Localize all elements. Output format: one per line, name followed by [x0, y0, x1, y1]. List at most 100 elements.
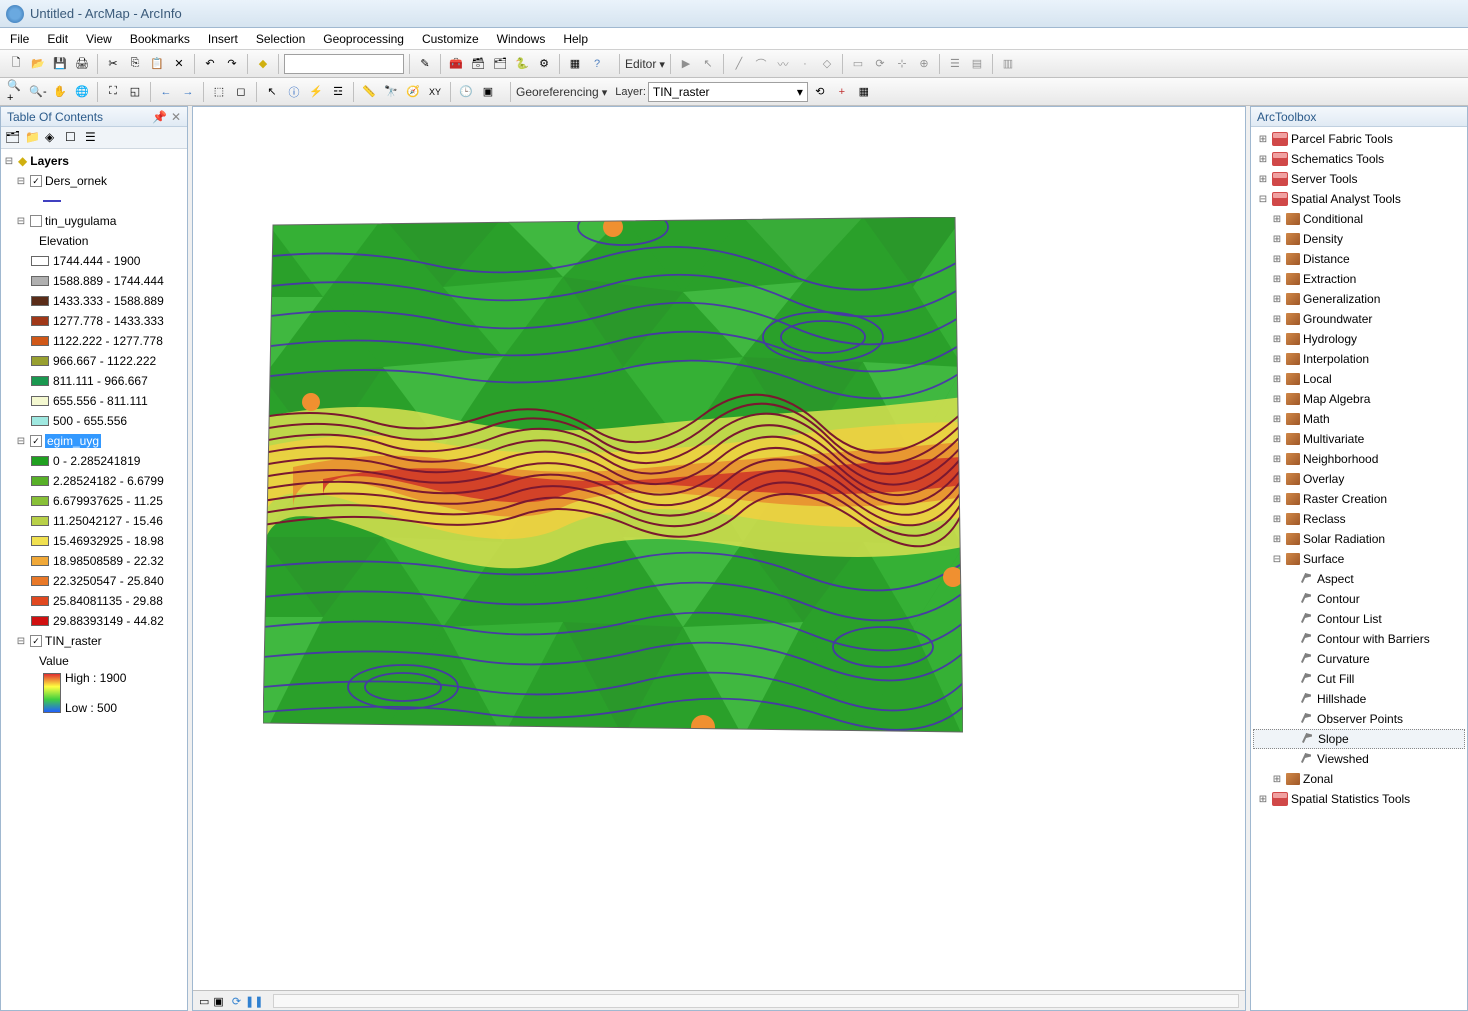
find-icon[interactable]: 🔭	[381, 82, 401, 102]
edit-rotate-icon[interactable]: ⟳	[870, 54, 890, 74]
forward-icon[interactable]: →	[178, 82, 198, 102]
add-data-icon[interactable]: ◆	[253, 54, 273, 74]
menu-edit[interactable]: Edit	[47, 32, 68, 46]
layer-tin[interactable]: ⊟tin_uygulama	[3, 211, 185, 231]
zoom-in-icon[interactable]: 🔍+	[6, 82, 26, 102]
toolset-surface[interactable]: ⊟Surface	[1253, 549, 1465, 569]
toolset-item[interactable]: ⊞Raster Creation	[1253, 489, 1465, 509]
pin-icon[interactable]: 📌	[152, 110, 167, 124]
menu-view[interactable]: View	[86, 32, 112, 46]
tool-item[interactable]: Aspect	[1253, 569, 1465, 589]
toolset-zonal[interactable]: ⊞Zonal	[1253, 769, 1465, 789]
data-view-icon[interactable]: ▭	[199, 994, 209, 1008]
menu-insert[interactable]: Insert	[208, 32, 238, 46]
toolset-item[interactable]: ⊞Generalization	[1253, 289, 1465, 309]
list-by-selection-icon[interactable]: ☐	[65, 130, 81, 146]
toolset-item[interactable]: ⊞Solar Radiation	[1253, 529, 1465, 549]
toolset-item[interactable]: ⊞Groundwater	[1253, 309, 1465, 329]
edit-arc-icon[interactable]: ⌒	[751, 54, 771, 74]
catalog-icon[interactable]: 🗃	[468, 54, 488, 74]
edit-trace-icon[interactable]: 〰	[773, 54, 793, 74]
tool-item[interactable]: Contour	[1253, 589, 1465, 609]
back-icon[interactable]: ←	[156, 82, 176, 102]
html-popup-icon[interactable]: ☲	[328, 82, 348, 102]
map-scrollbar[interactable]	[273, 994, 1239, 1008]
toolset-item[interactable]: ⊞Extraction	[1253, 269, 1465, 289]
paste-icon[interactable]: 📋	[147, 54, 167, 74]
georef-rotate-icon[interactable]: ⟲	[810, 82, 830, 102]
close-icon[interactable]: ✕	[171, 110, 181, 124]
options-icon[interactable]: ☰	[85, 130, 101, 146]
edit-merge-icon[interactable]: ⊕	[914, 54, 934, 74]
pause-icon[interactable]: ❚❚	[245, 994, 263, 1008]
menu-bookmarks[interactable]: Bookmarks	[130, 32, 190, 46]
toolset-item[interactable]: ⊞Local	[1253, 369, 1465, 389]
redo-icon[interactable]: ↷	[222, 54, 242, 74]
toolset-item[interactable]: ⊞Math	[1253, 409, 1465, 429]
toolset-item[interactable]: ⊞Multivariate	[1253, 429, 1465, 449]
tool-item[interactable]: Observer Points	[1253, 709, 1465, 729]
layer-combo[interactable]: TIN_raster▾	[648, 82, 808, 102]
list-by-visibility-icon[interactable]: ◈	[45, 130, 61, 146]
tool-item[interactable]: Contour with Barriers	[1253, 629, 1465, 649]
arctoolbox-body[interactable]: ⊞Parcel Fabric Tools⊞Schematics Tools⊞Se…	[1251, 127, 1467, 1010]
sketch-props-icon[interactable]: ▤	[967, 54, 987, 74]
menu-help[interactable]: Help	[563, 32, 588, 46]
tool-item[interactable]: Cut Fill	[1253, 669, 1465, 689]
delete-icon[interactable]: ✕	[169, 54, 189, 74]
toolset-item[interactable]: ⊞Conditional	[1253, 209, 1465, 229]
create-viewer-icon[interactable]: ▣	[478, 82, 498, 102]
toolbox-icon[interactable]: 🧰	[446, 54, 466, 74]
menu-windows[interactable]: Windows	[497, 32, 546, 46]
georef-label[interactable]: Georeferencing ▾	[516, 85, 607, 99]
layout-view-icon[interactable]: ▣	[213, 994, 223, 1008]
measure-icon[interactable]: 📏	[359, 82, 379, 102]
list-by-drawing-icon[interactable]: 🗂	[5, 130, 21, 146]
refresh-icon[interactable]: ⟳	[232, 994, 241, 1008]
tool-item[interactable]: Slope	[1253, 729, 1465, 749]
toolbox-item[interactable]: ⊞Server Tools	[1253, 169, 1465, 189]
toolset-item[interactable]: ⊞Density	[1253, 229, 1465, 249]
list-by-source-icon[interactable]: 📁	[25, 130, 41, 146]
toolbox-spatial-analyst[interactable]: ⊟Spatial Analyst Tools	[1253, 189, 1465, 209]
save-icon[interactable]: 💾	[50, 54, 70, 74]
modelbuilder-icon[interactable]: ⚙	[534, 54, 554, 74]
map-view[interactable]: ▭ ▣ ⟳ ❚❚	[192, 106, 1246, 1011]
python-icon[interactable]: 🐍	[512, 54, 532, 74]
toolbox-item[interactable]: ⊞Schematics Tools	[1253, 149, 1465, 169]
edit-arrow-icon[interactable]: ↖	[698, 54, 718, 74]
editor-toolbar-icon[interactable]: ✎	[415, 54, 435, 74]
toolset-item[interactable]: ⊞Distance	[1253, 249, 1465, 269]
toolset-item[interactable]: ⊞Reclass	[1253, 509, 1465, 529]
table-icon[interactable]: ▦	[565, 54, 585, 74]
help-icon[interactable]: ?	[587, 54, 607, 74]
search-window-icon[interactable]: 🗂	[490, 54, 510, 74]
scale-combo[interactable]	[284, 54, 404, 74]
edit-line-icon[interactable]: ╱	[729, 54, 749, 74]
toolset-item[interactable]: ⊞Overlay	[1253, 469, 1465, 489]
toolset-item[interactable]: ⊞Hydrology	[1253, 329, 1465, 349]
layer-ders[interactable]: ⊟✓Ders_ornek	[3, 171, 185, 191]
edit-split-icon[interactable]: ⊹	[892, 54, 912, 74]
zoom-out-icon[interactable]: 🔍-	[28, 82, 48, 102]
undo-icon[interactable]: ↶	[200, 54, 220, 74]
full-extent-icon[interactable]: 🌐	[72, 82, 92, 102]
menu-selection[interactable]: Selection	[256, 32, 305, 46]
pan-icon[interactable]: ✋	[50, 82, 70, 102]
edit-point-icon[interactable]: ·	[795, 54, 815, 74]
create-features-icon[interactable]: ▥	[998, 54, 1018, 74]
georef-link-icon[interactable]: +	[832, 82, 852, 102]
toolbox-item[interactable]: ⊞Spatial Statistics Tools	[1253, 789, 1465, 809]
attributes-icon[interactable]: ☰	[945, 54, 965, 74]
cut-icon[interactable]: ✂	[103, 54, 123, 74]
tool-item[interactable]: Viewshed	[1253, 749, 1465, 769]
edit-pointer-icon[interactable]: ▶	[676, 54, 696, 74]
clear-selection-icon[interactable]: ◻	[231, 82, 251, 102]
layer-egim[interactable]: ⊟✓egim_uyg	[3, 431, 185, 451]
tool-item[interactable]: Hillshade	[1253, 689, 1465, 709]
toolset-item[interactable]: ⊞Interpolation	[1253, 349, 1465, 369]
open-icon[interactable]: 📂	[28, 54, 48, 74]
toolbox-item[interactable]: ⊞Parcel Fabric Tools	[1253, 129, 1465, 149]
toc-body[interactable]: ⊟◆Layers ⊟✓Ders_ornek ⊟tin_uygulama Elev…	[1, 149, 187, 1010]
toolset-item[interactable]: ⊞Map Algebra	[1253, 389, 1465, 409]
